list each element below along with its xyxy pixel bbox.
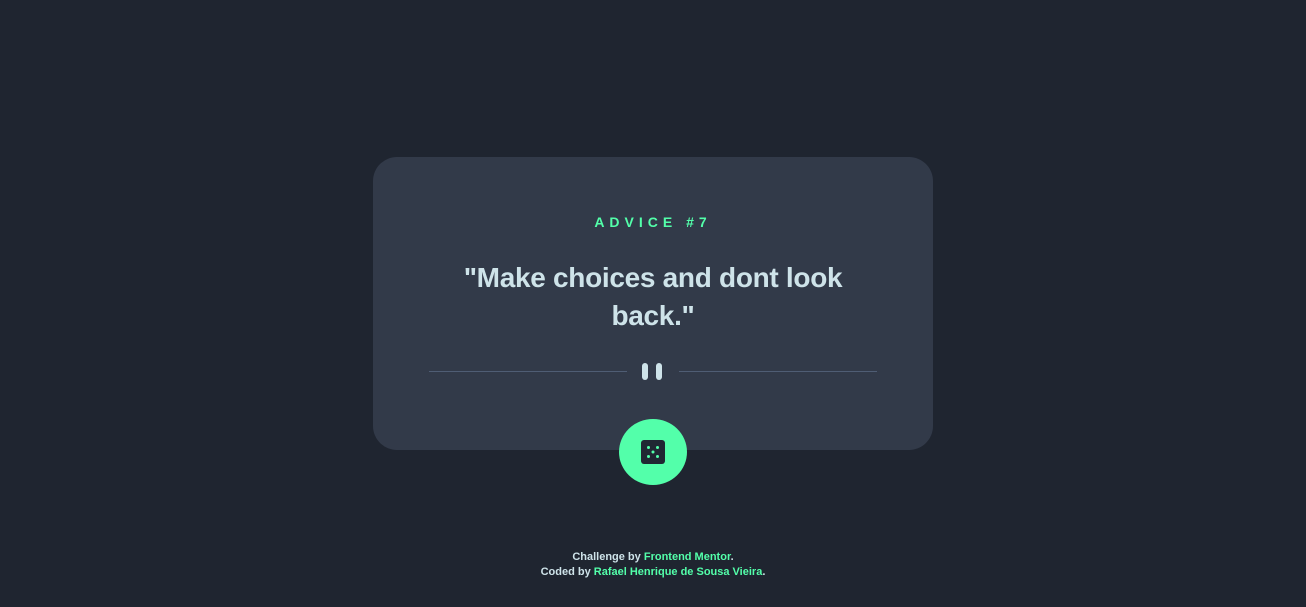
advice-label-text: ADVICE <box>594 214 678 230</box>
attribution-coded-suffix: . <box>762 566 766 578</box>
author-link[interactable]: Rafael Henrique de Sousa Vieira <box>594 566 763 578</box>
attribution-line-challenge: Challenge by Frontend Mentor. <box>0 550 1306 565</box>
divider-line-left <box>429 371 627 372</box>
attribution-line-coded: Coded by Rafael Henrique de Sousa Vieira… <box>0 565 1306 580</box>
frontend-mentor-link[interactable]: Frontend Mentor <box>644 551 731 563</box>
new-advice-button[interactable] <box>619 419 687 485</box>
pause-bar-right <box>656 363 662 380</box>
divider-line-right <box>679 371 877 372</box>
pause-icon <box>642 363 664 380</box>
attribution: Challenge by Frontend Mentor. Coded by R… <box>0 550 1306 580</box>
attribution-coded-prefix: Coded by <box>540 566 594 578</box>
pause-bar-left <box>642 363 648 380</box>
advice-quote: "Make choices and dont look back." <box>463 262 843 331</box>
advice-number: #7 <box>686 214 712 230</box>
dice-icon <box>641 440 665 464</box>
attribution-challenge-suffix: . <box>730 551 734 563</box>
advice-id-label: ADVICE #7 <box>0 214 1306 230</box>
attribution-challenge-prefix: Challenge by <box>572 551 644 563</box>
